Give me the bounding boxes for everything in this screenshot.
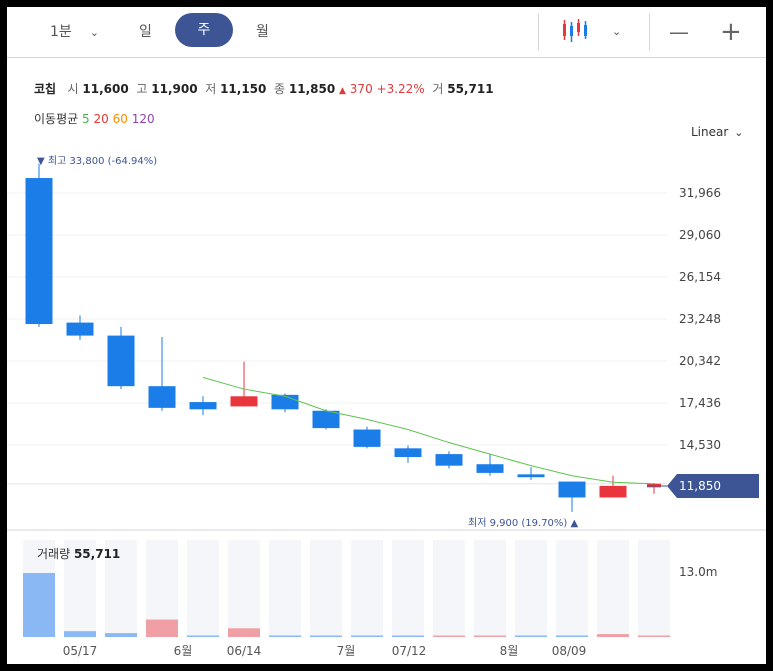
volume-bar [433, 635, 465, 637]
volume-axis-label: 13.0m [679, 565, 717, 579]
volume-bar [187, 635, 219, 637]
candle-body [353, 429, 381, 447]
volume-bar [64, 631, 96, 637]
candle[interactable] [599, 475, 627, 498]
price-tick-label: 29,060 [679, 228, 721, 242]
volume-bar-slot [515, 540, 547, 637]
date-tick-label: 07/12 [392, 644, 427, 658]
volume-bar-slot [392, 540, 424, 637]
price-tick-label: 26,154 [679, 270, 721, 284]
date-tick-label: 6월 [174, 644, 193, 658]
volume-bar-slot [310, 540, 342, 637]
candle-body [476, 464, 504, 473]
candle[interactable] [558, 481, 586, 512]
price-chart[interactable]: 31,966 29,060 26,154 23,248 20,342 17,436 14,5… [7, 7, 766, 664]
candle[interactable] [435, 451, 463, 469]
date-tick-label: 06/14 [227, 644, 262, 658]
volume-bar [146, 619, 178, 637]
volume-bar-slot [269, 540, 301, 637]
candle-body [312, 410, 340, 429]
volume-bar-slot [597, 540, 629, 637]
volume-bar-slot [433, 540, 465, 637]
candle-body [435, 454, 463, 466]
candle-body [230, 396, 258, 407]
candle-body [25, 178, 53, 325]
candle[interactable] [25, 163, 53, 327]
date-tick-label: 05/17 [63, 644, 98, 658]
volume-bar-slot [638, 540, 670, 637]
candle-body [599, 485, 627, 498]
candle[interactable] [230, 361, 258, 407]
candle-body [107, 335, 135, 387]
volume-bar-slot [556, 540, 588, 637]
volume-bar [105, 633, 137, 637]
candle[interactable] [517, 467, 545, 481]
candle[interactable] [107, 326, 135, 390]
candle-body [558, 481, 586, 498]
volume-bar [23, 572, 55, 637]
low-marker: 최저 9,900 (19.70%) ▲ [468, 517, 578, 529]
price-tick-label: 20,342 [679, 354, 721, 368]
candle-body [517, 474, 545, 478]
current-price-value: 11,850 [679, 479, 721, 493]
volume-bar [351, 635, 383, 637]
current-price-tag: 11,850 [647, 474, 759, 498]
price-tick-label: 17,436 [679, 396, 721, 410]
volume-bar [638, 635, 670, 637]
date-tick-label: 8월 [500, 644, 519, 658]
volume-bar [310, 635, 342, 637]
volume-bar-slot [187, 540, 219, 637]
price-tick-label: 14,530 [679, 438, 721, 452]
volume-panel-label: 거래량 55,711 [37, 547, 120, 561]
price-tick-label: 23,248 [679, 312, 721, 326]
volume-bar-slot [351, 540, 383, 637]
volume-bar [392, 635, 424, 637]
volume-bar-slot [228, 540, 260, 637]
date-tick-label: 7월 [337, 644, 356, 658]
volume-bar [228, 628, 260, 637]
candle-body [189, 402, 217, 410]
volume-bar [597, 634, 629, 637]
candle[interactable] [189, 396, 217, 416]
candle-body [271, 394, 299, 410]
candle-body [394, 448, 422, 457]
candle[interactable] [476, 454, 504, 476]
candle-body [148, 386, 176, 408]
candle-body [66, 322, 94, 336]
volume-bar [269, 635, 301, 637]
volume-bar [515, 635, 547, 637]
price-tick-label: 31,966 [679, 186, 721, 200]
candle[interactable] [148, 337, 176, 411]
volume-bar-slot [474, 540, 506, 637]
candle[interactable] [353, 426, 381, 449]
volume-bar [474, 635, 506, 637]
chart-window: 1분 ⌄ 일 주 월 ⌄ — + 코칩 시 11,600 고 11,900 저 1… [7, 7, 766, 664]
ma5-line [202, 377, 655, 485]
date-tick-label: 08/09 [552, 644, 587, 658]
candle[interactable] [394, 445, 422, 463]
volume-bar [556, 635, 588, 637]
high-marker: ▼ 최고 33,800 (-64.94%) [37, 155, 157, 167]
candle[interactable] [647, 483, 661, 494]
